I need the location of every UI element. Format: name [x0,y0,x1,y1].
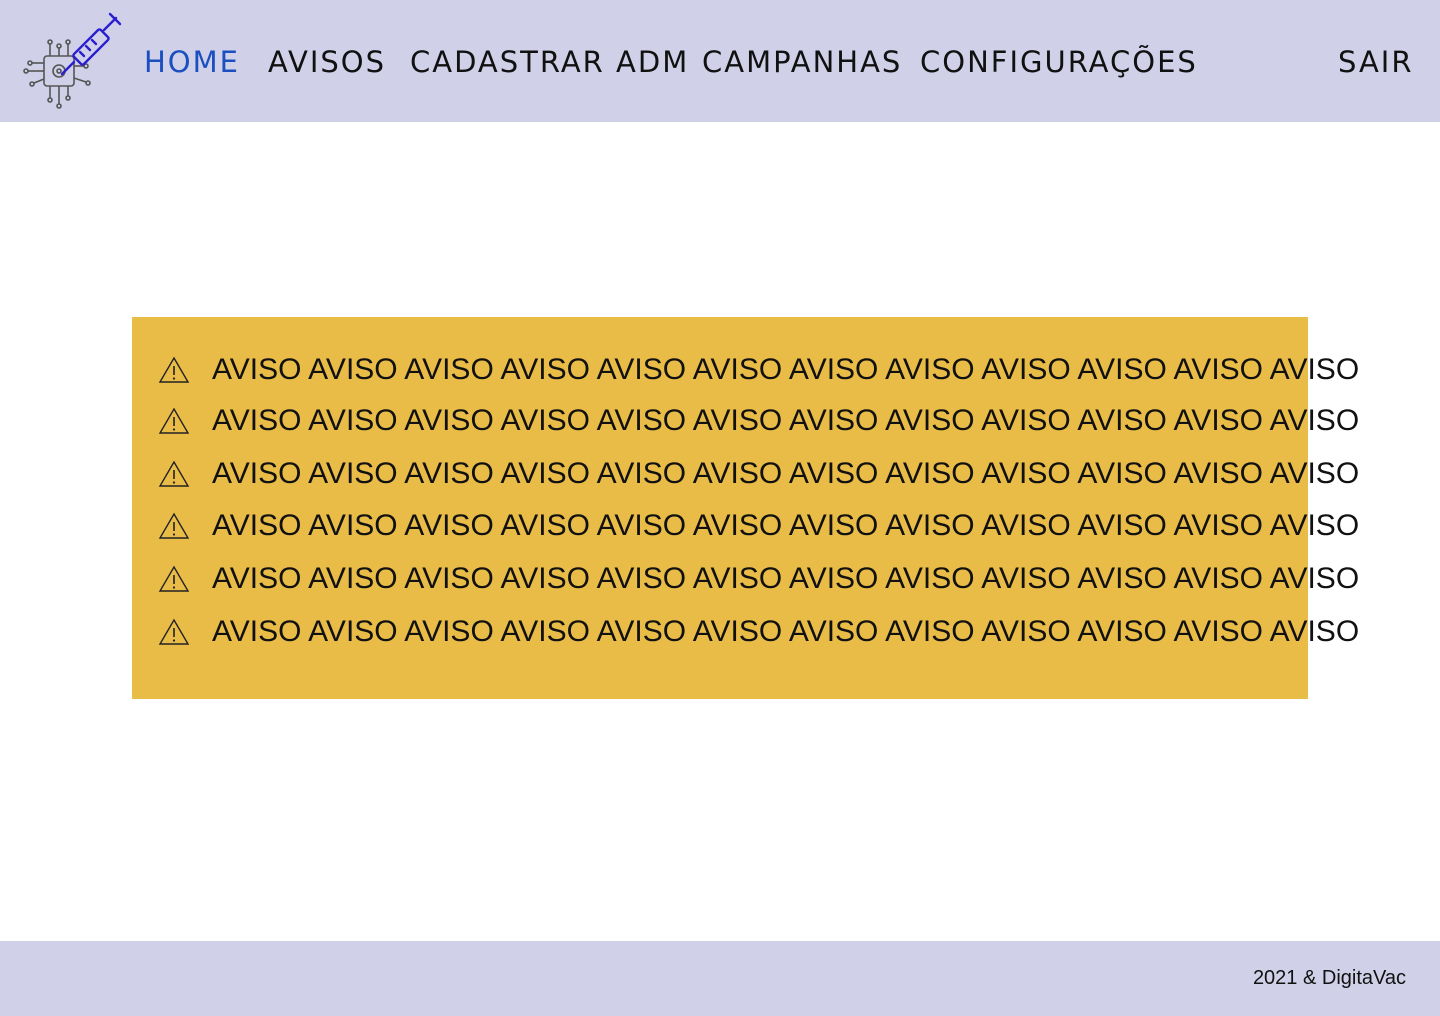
warning-text: AVISO AVISO AVISO AVISO AVISO AVISO AVIS… [212,457,1360,490]
warning-triangle-icon [158,356,190,383]
footer-copyright: 2021 & DigitaVac [1252,967,1406,989]
warning-text: AVISO AVISO AVISO AVISO AVISO AVISO AVIS… [212,562,1360,595]
footer: 2021 & DigitaVac [0,941,1440,1016]
nav-cadastrar-adm[interactable]: CADASTRAR ADM [410,42,689,82]
warning-item: AVISO AVISO AVISO AVISO AVISO AVISO AVIS… [158,610,1359,654]
nav-configuracoes[interactable]: CONFIGURAÇÕES [920,42,1198,82]
warning-triangle-icon [158,618,190,645]
warning-triangle-icon [158,565,190,592]
warning-item: AVISO AVISO AVISO AVISO AVISO AVISO AVIS… [158,557,1359,601]
nav-home[interactable]: HOME [144,42,240,82]
warning-text: AVISO AVISO AVISO AVISO AVISO AVISO AVIS… [212,353,1360,386]
warning-triangle-icon [158,512,190,539]
nav-sair[interactable]: SAIR [1338,42,1414,82]
warning-text: AVISO AVISO AVISO AVISO AVISO AVISO AVIS… [212,615,1360,648]
nav-avisos[interactable]: AVISOS [268,42,386,82]
warning-triangle-icon [158,460,190,487]
warning-text: AVISO AVISO AVISO AVISO AVISO AVISO AVIS… [212,404,1360,437]
syringe-chip-icon[interactable] [22,8,132,114]
top-navbar: HOME AVISOS CADASTRAR ADM CAMPANHAS CONF… [0,0,1440,122]
warning-text: AVISO AVISO AVISO AVISO AVISO AVISO AVIS… [212,509,1360,542]
warning-item: AVISO AVISO AVISO AVISO AVISO AVISO AVIS… [158,452,1359,496]
nav-campanhas[interactable]: CAMPANHAS [702,42,902,82]
warning-item: AVISO AVISO AVISO AVISO AVISO AVISO AVIS… [158,399,1359,443]
warnings-panel: AVISO AVISO AVISO AVISO AVISO AVISO AVIS… [132,317,1359,699]
warning-triangle-icon [158,407,190,434]
warning-item: AVISO AVISO AVISO AVISO AVISO AVISO AVIS… [158,348,1359,392]
warning-item: AVISO AVISO AVISO AVISO AVISO AVISO AVIS… [158,504,1359,548]
